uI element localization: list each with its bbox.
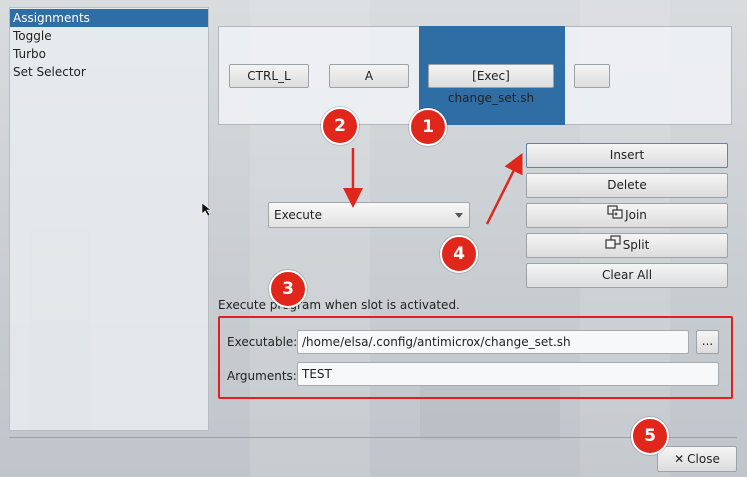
- annotation-arrows: [201, 148, 523, 225]
- mouse-cursor-icon: [201, 202, 212, 217]
- annotation-badge-4: 4: [440, 235, 478, 273]
- arrow-to-insert: [485, 153, 523, 225]
- annotation-badge-5: 5: [631, 417, 669, 455]
- annotation-badge-1: 1: [409, 108, 447, 146]
- annotation-badge-2: 2: [321, 107, 359, 145]
- annotation-badge-3: 3: [269, 270, 307, 308]
